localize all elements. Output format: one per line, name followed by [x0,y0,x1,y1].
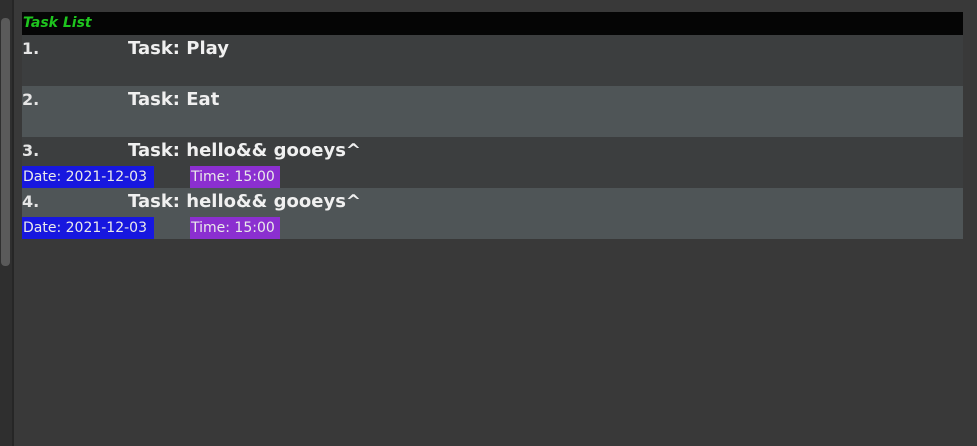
task-row[interactable]: 2. Task: Eat [22,86,963,137]
task-list-title: Task List [22,12,963,35]
task-title: Task: Eat [128,89,220,110]
task-row[interactable]: 1. Task: Play [22,35,963,86]
task-row[interactable]: 4. Task: hello&& gooeys^ Date: 2021-12-0… [22,188,963,239]
task-list-panel: Task List 1. Task: Play 2. Task: Eat 3. … [22,12,963,239]
task-row[interactable]: 3. Task: hello&& gooeys^ Date: 2021-12-0… [22,137,963,188]
task-title: Task: hello&& gooeys^ [128,191,361,212]
split-pane-divider[interactable] [12,0,14,446]
task-title: Task: hello&& gooeys^ [128,140,361,161]
time-tag: Time: 15:00 [190,166,280,188]
time-tag: Time: 15:00 [190,217,280,239]
task-index: 2. [22,90,40,109]
left-scrollbar-track[interactable] [0,0,12,446]
date-tag: Date: 2021-12-03 [22,217,154,239]
task-index: 4. [22,192,40,211]
task-index: 3. [22,141,40,160]
scrollbar-thumb[interactable] [1,18,10,266]
task-title: Task: Play [128,38,229,59]
task-index: 1. [22,39,40,58]
date-tag: Date: 2021-12-03 [22,166,154,188]
